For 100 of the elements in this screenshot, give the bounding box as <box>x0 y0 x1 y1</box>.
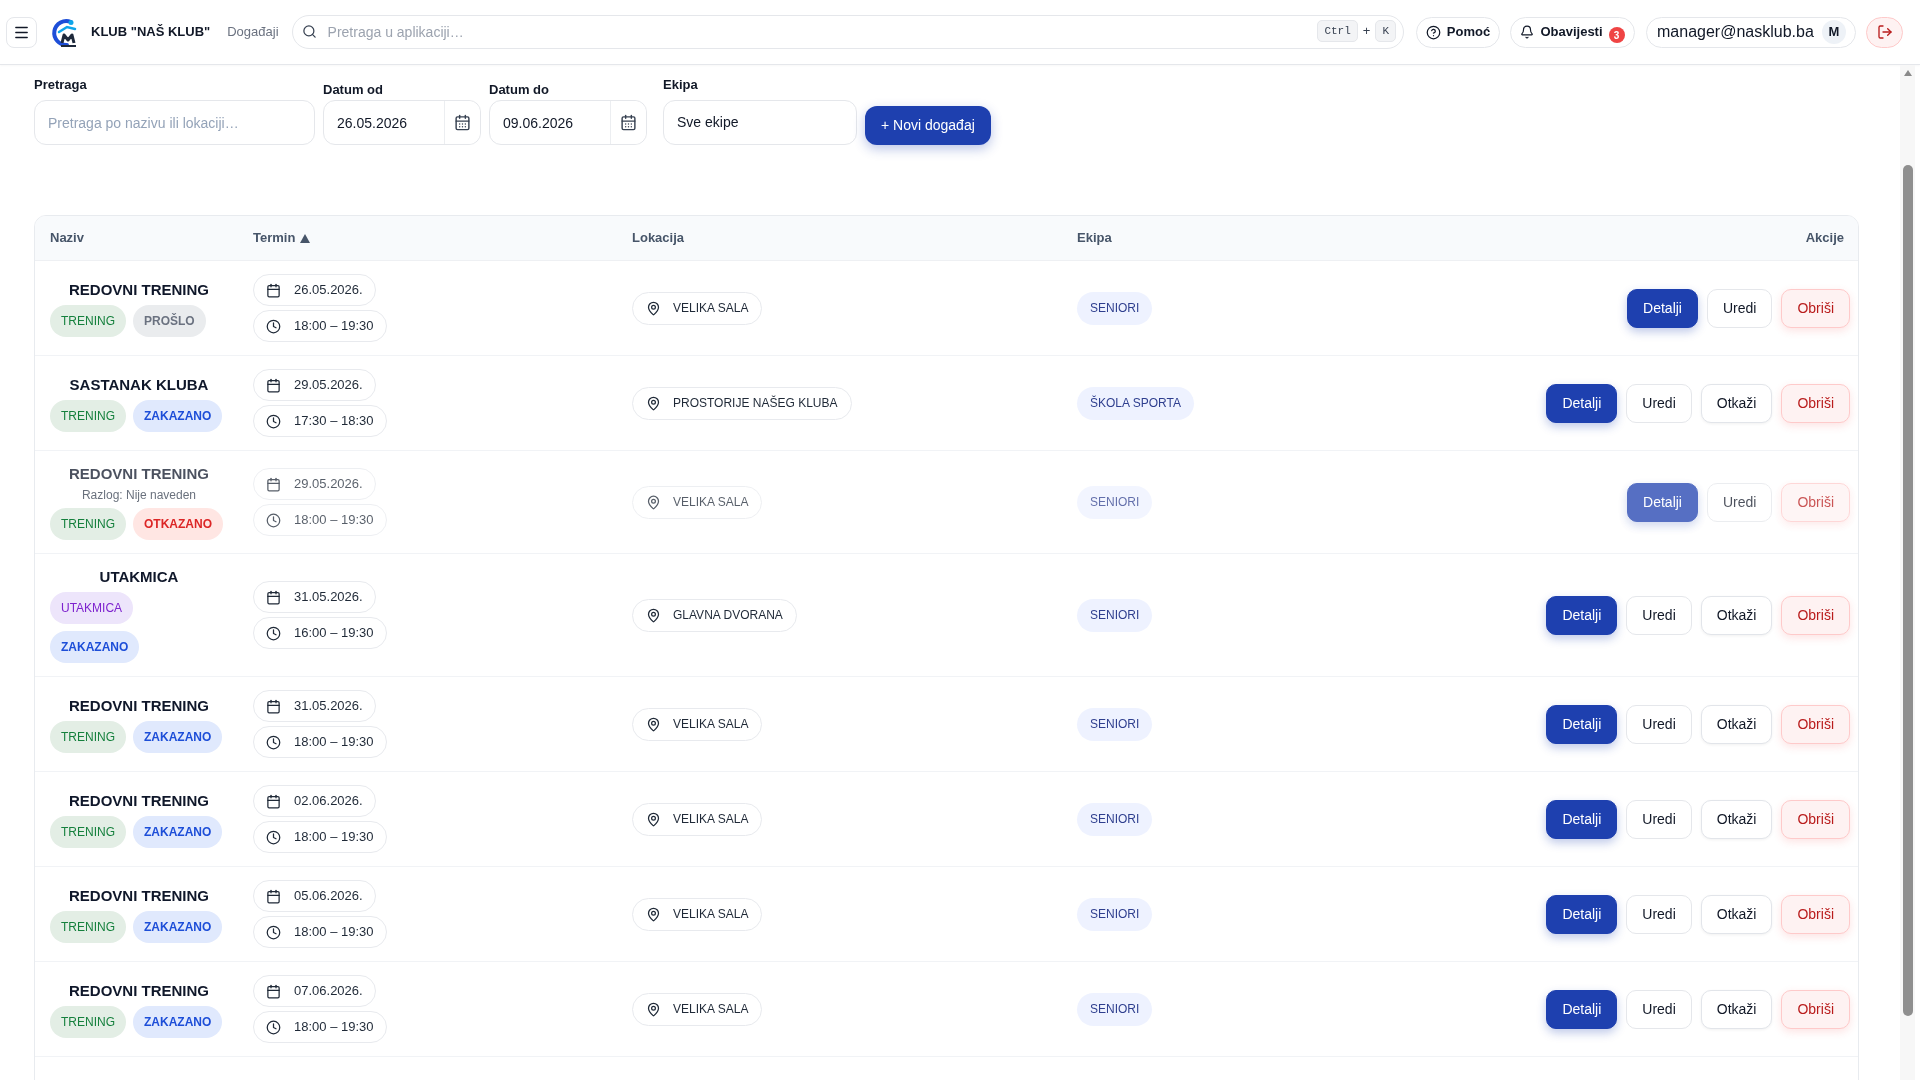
search-icon <box>301 24 317 39</box>
scrollbar[interactable] <box>1900 65 1915 1080</box>
calendar-icon <box>454 114 471 131</box>
field-label: Pretraga <box>34 77 88 93</box>
calendar-button[interactable] <box>444 101 480 144</box>
event-date: 31.05.2026. <box>294 588 363 607</box>
details-button[interactable]: Detalji <box>1546 799 1618 839</box>
event-date: 29.05.2026. <box>294 376 363 395</box>
event-name: UTAKMICA <box>99 567 179 587</box>
edit-button[interactable]: Uredi <box>1626 383 1692 423</box>
calendar-button[interactable] <box>610 101 646 144</box>
delete-button[interactable]: Obriši <box>1781 288 1850 328</box>
details-button[interactable]: Detalji <box>1627 482 1698 522</box>
details-button[interactable]: Detalji <box>1546 383 1618 423</box>
team-tag: ŠKOLA SPORTA <box>1077 386 1194 420</box>
edit-button[interactable]: Uredi <box>1626 894 1692 934</box>
map-pin-icon <box>646 395 661 411</box>
scrollbar-thumb[interactable] <box>1902 165 1913 1016</box>
status-tag: ZAKAZANO <box>133 720 223 753</box>
location-name: VELIKA SALA <box>673 494 749 511</box>
cancel-reason: Razlog: Nije naveden <box>81 487 197 503</box>
location-name: VELIKA SALA <box>673 906 749 923</box>
type-tag: TRENING <box>50 720 126 753</box>
calendar-icon <box>266 793 281 809</box>
delete-button[interactable]: Obriši <box>1781 989 1850 1029</box>
event-name: REDOVNI TRENING <box>69 279 209 300</box>
delete-button[interactable]: Obriši <box>1781 383 1850 423</box>
event-time: 18:00 – 19:30 <box>294 317 374 336</box>
type-tag: TRENING <box>50 815 126 848</box>
edit-button[interactable]: Uredi <box>1626 704 1692 744</box>
edit-button[interactable]: Uredi <box>1626 799 1692 839</box>
team-select[interactable]: Sve ekipe <box>663 100 857 145</box>
status-tag: ZAKAZANO <box>133 399 223 432</box>
type-tag: UTAKMICA <box>50 592 134 624</box>
column-header[interactable]: Naziv <box>50 228 84 248</box>
event-time: 18:00 – 19:30 <box>294 733 374 752</box>
cancel-button[interactable]: Otkaži <box>1700 383 1773 423</box>
event-time: 16:00 – 19:30 <box>294 624 374 643</box>
details-button[interactable]: Detalji <box>1546 704 1618 744</box>
field-label: Datum od <box>323 82 384 98</box>
type-tag: TRENING <box>50 1005 126 1038</box>
team-tag: SENIORI <box>1077 707 1153 741</box>
search-input[interactable]: Pretraga po nazivu ili lokaciji… <box>34 100 315 145</box>
type-tag: TRENING <box>50 508 126 540</box>
user-menu-button[interactable]: manager@nasklub.ba M <box>1646 16 1856 48</box>
details-button[interactable]: Detalji <box>1627 288 1698 328</box>
cancel-button[interactable]: Otkaži <box>1700 595 1773 635</box>
edit-button[interactable]: Uredi <box>1626 989 1692 1029</box>
team-tag: SENIORI <box>1077 802 1153 836</box>
shortcut-plus: + <box>1362 22 1371 41</box>
details-button[interactable]: Detalji <box>1546 595 1618 635</box>
cancel-button[interactable]: Otkaži <box>1700 799 1773 839</box>
section-link[interactable]: Događaji <box>227 22 279 42</box>
team-tag: SENIORI <box>1077 291 1153 325</box>
location-name: VELIKA SALA <box>673 1001 749 1018</box>
delete-button[interactable]: Obriši <box>1781 595 1850 635</box>
event-name: REDOVNI TRENING <box>69 790 209 811</box>
location-name: VELIKA SALA <box>673 716 749 733</box>
event-date: 07.06.2026. <box>294 982 363 1001</box>
event-date: 29.05.2026. <box>294 475 363 494</box>
column-header[interactable]: Lokacija <box>632 228 685 248</box>
notifications-button[interactable]: Obavijesti 3 <box>1510 16 1635 48</box>
event-date: 26.05.2026. <box>294 281 363 300</box>
menu-button[interactable] <box>6 16 37 48</box>
map-pin-icon <box>646 494 661 510</box>
column-header[interactable]: Akcije <box>1805 228 1844 248</box>
event-time: 18:00 – 19:30 <box>294 923 374 942</box>
calendar-icon <box>266 377 281 393</box>
status-tag: ZAKAZANO <box>50 631 140 663</box>
status-tag: OTKAZANO <box>133 508 223 540</box>
new-event-button[interactable]: + Novi događaj <box>865 106 991 145</box>
details-button[interactable]: Detalji <box>1546 989 1618 1029</box>
column-header[interactable]: Ekipa <box>1077 228 1112 248</box>
delete-button[interactable]: Obriši <box>1781 704 1850 744</box>
field-label: Datum do <box>489 82 550 98</box>
scroll-up-arrow-icon[interactable] <box>1903 70 1912 76</box>
notification-count: 3 <box>1608 27 1625 43</box>
shortcut-key: K <box>1375 20 1396 42</box>
edit-button[interactable]: Uredi <box>1706 482 1773 522</box>
calendar-icon <box>266 888 281 904</box>
delete-button[interactable]: Obriši <box>1781 894 1850 934</box>
column-header[interactable]: Termin <box>253 228 296 248</box>
logout-button[interactable] <box>1866 16 1903 48</box>
cancel-button[interactable]: Otkaži <box>1700 704 1773 744</box>
location-name: VELIKA SALA <box>673 811 749 828</box>
cancel-button[interactable]: Otkaži <box>1700 894 1773 934</box>
calendar-icon <box>620 114 637 131</box>
cancel-button[interactable]: Otkaži <box>1700 989 1773 1029</box>
delete-button[interactable]: Obriši <box>1781 482 1850 522</box>
delete-button[interactable]: Obriši <box>1781 799 1850 839</box>
calendar-icon <box>266 476 281 492</box>
field-label: Ekipa <box>663 77 699 93</box>
clock-icon <box>266 734 281 750</box>
shortcut-key: Ctrl <box>1317 20 1358 42</box>
help-button[interactable]: Pomoć <box>1416 16 1500 48</box>
event-time: 18:00 – 19:30 <box>294 511 374 530</box>
edit-button[interactable]: Uredi <box>1706 288 1773 328</box>
details-button[interactable]: Detalji <box>1546 894 1618 934</box>
event-date: 31.05.2026. <box>294 697 363 716</box>
edit-button[interactable]: Uredi <box>1626 595 1692 635</box>
